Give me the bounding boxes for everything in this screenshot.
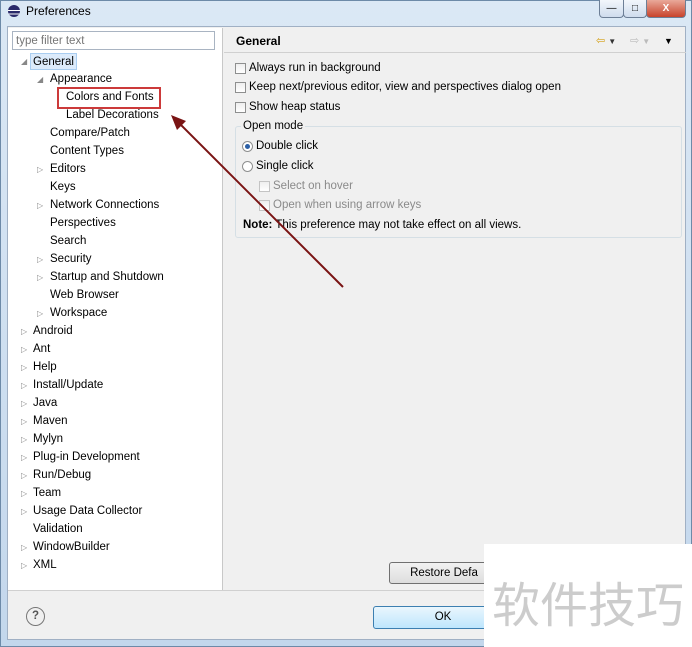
- watermark: 软件技巧: [484, 544, 692, 647]
